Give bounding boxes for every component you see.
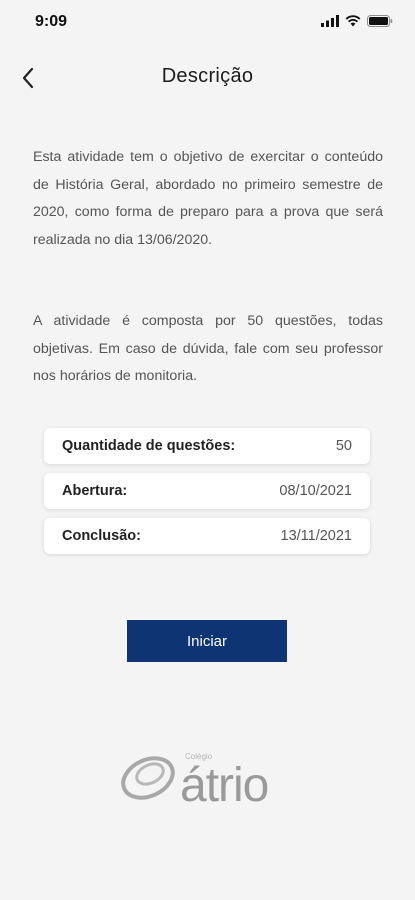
info-label: Abertura: xyxy=(62,483,128,499)
info-value: 13/11/2021 xyxy=(280,528,353,544)
wifi-icon xyxy=(345,15,361,27)
info-card-closing-date: Conclusão: 13/11/2021 xyxy=(44,518,370,554)
info-label: Conclusão: xyxy=(62,528,141,544)
start-button[interactable]: Iniciar xyxy=(127,620,287,662)
description-paragraph-2: A atividade é composta por 50 questões, … xyxy=(33,313,383,384)
status-icons xyxy=(321,15,393,27)
logo-wordmark: átrio xyxy=(180,759,269,812)
info-card-question-count: Quantidade de questões: 50 xyxy=(44,428,370,464)
battery-icon xyxy=(367,15,393,27)
signal-icon xyxy=(321,15,339,27)
status-bar: 9:09 xyxy=(0,0,415,44)
school-logo: Colégio átrio xyxy=(118,740,303,820)
info-value: 50 xyxy=(335,438,352,454)
logo-emblem-icon xyxy=(121,756,175,800)
info-card-opening-date: Abertura: 08/10/2021 xyxy=(44,473,370,509)
info-label: Quantidade de questões: xyxy=(62,438,236,454)
page-title: Descrição xyxy=(161,65,254,87)
navigation-bar: Descrição xyxy=(0,52,415,102)
status-time: 9:09 xyxy=(35,13,68,30)
info-value: 08/10/2021 xyxy=(279,483,352,499)
description-paragraph-1: Esta atividade tem o objetivo de exercit… xyxy=(33,149,383,248)
